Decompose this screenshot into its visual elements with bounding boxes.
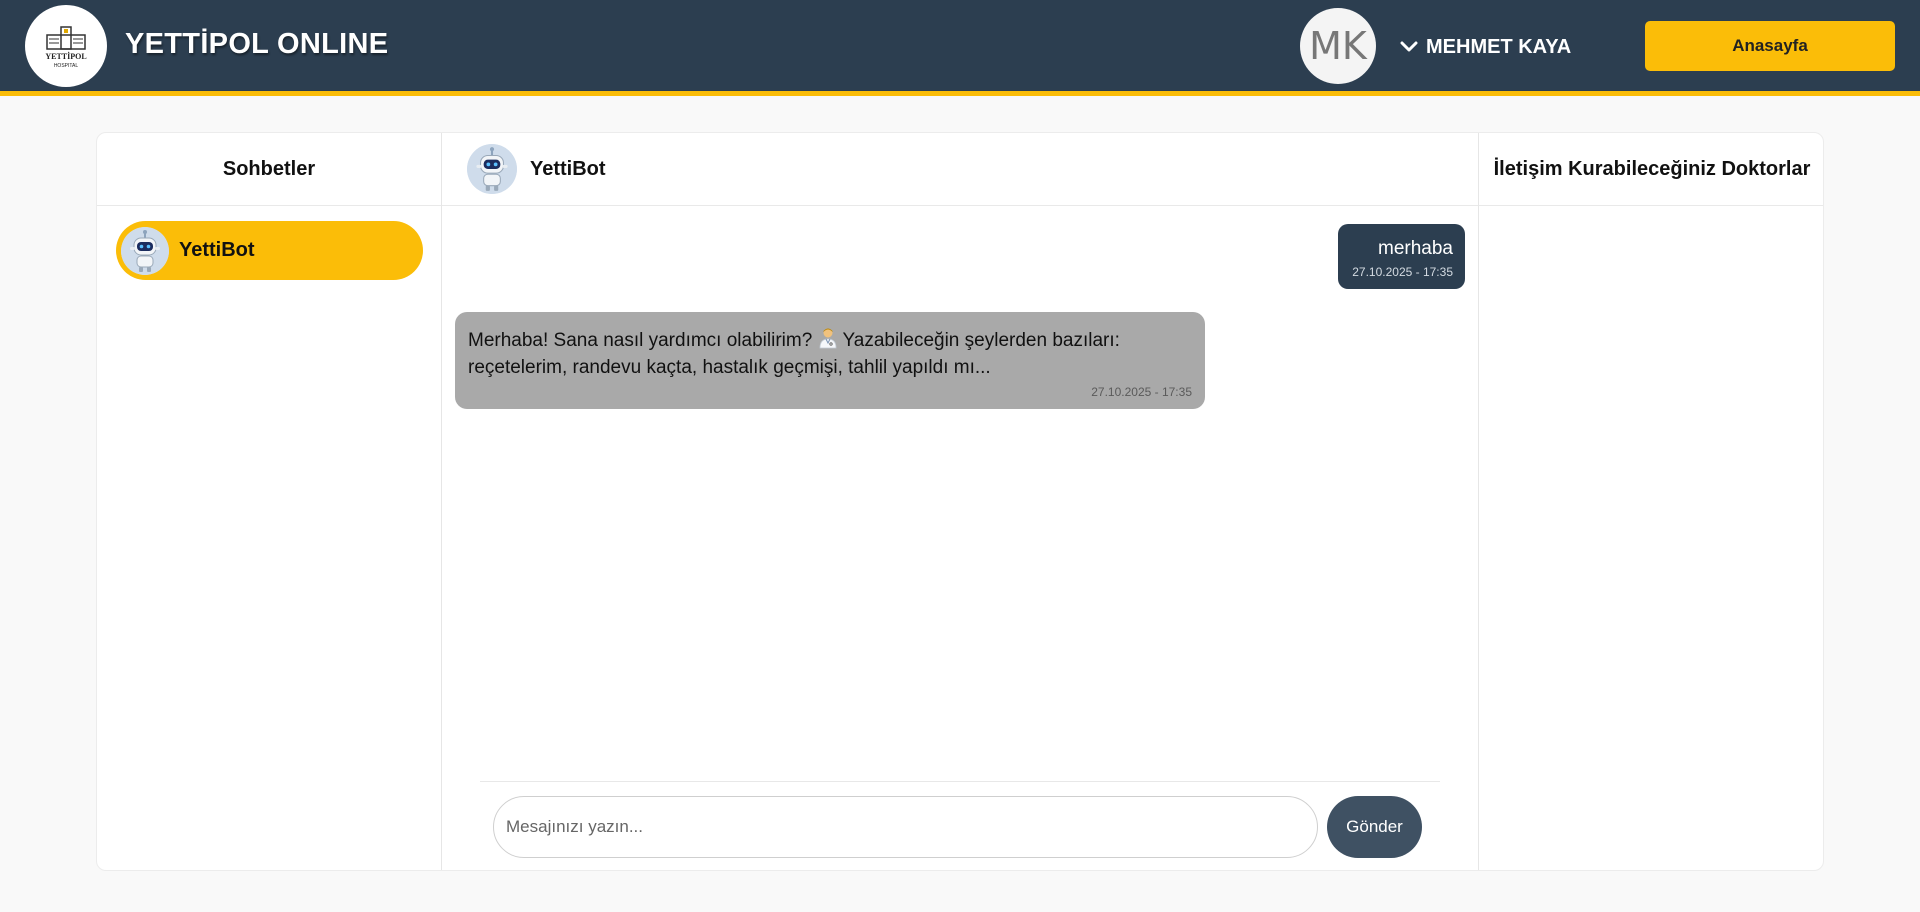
doctors-column: İletişim Kurabileceğiniz Doktorlar (1479, 133, 1823, 870)
message-text-part: Merhaba! Sana nasıl yardımcı olabilirim? (468, 330, 813, 351)
chat-column: YettiBot merhaba 27.10.2025 - 17:35 Merh… (442, 133, 1479, 870)
user-name: MEHMET KAYA (1426, 35, 1572, 58)
message-timestamp: 27.10.2025 - 17:35 (1091, 385, 1192, 399)
conversations-title: Sohbetler (97, 133, 441, 206)
chat-header: YettiBot (442, 133, 1478, 206)
message-text: merhaba (1378, 238, 1453, 259)
user-avatar[interactable]: MK (1300, 8, 1376, 84)
chat-title: YettiBot (530, 157, 606, 180)
conversations-column: Sohbetler YettiBot (97, 133, 442, 870)
outgoing-message: merhaba 27.10.2025 - 17:35 (1338, 224, 1465, 289)
message-timestamp: 27.10.2025 - 17:35 (1352, 265, 1453, 279)
chevron-down-icon (1400, 41, 1418, 52)
robot-icon (121, 226, 169, 275)
doctors-title: İletişim Kurabileceğiniz Doktorlar (1479, 133, 1823, 206)
bot-avatar (121, 226, 169, 275)
composer-divider (480, 781, 1440, 782)
logo-text: YETTİPOL (45, 51, 86, 61)
hospital-logo-icon: YETTİPOL HOSPITAL (45, 26, 87, 69)
message-text: Merhaba! Sana nasıl yardımcı olabilirim?… (468, 327, 1192, 381)
logo-subtext: HOSPITAL (54, 63, 79, 69)
incoming-message: Merhaba! Sana nasıl yardımcı olabilirim?… (455, 312, 1205, 409)
message-input[interactable] (493, 796, 1318, 858)
top-navbar: YETTİPOL HOSPITAL YETTİPOL ONLINE MK MEH… (0, 0, 1920, 96)
send-button[interactable]: Gönder (1327, 796, 1422, 858)
app-title: YETTİPOL ONLINE (125, 28, 389, 60)
doctor-emoji-icon (819, 328, 836, 349)
bot-avatar (467, 144, 517, 194)
robot-icon (467, 144, 517, 194)
hospital-logo[interactable]: YETTİPOL HOSPITAL (25, 5, 107, 87)
conversation-name: YettiBot (179, 239, 255, 261)
conversation-item-yettibot[interactable]: YettiBot (116, 221, 423, 280)
home-button[interactable]: Anasayfa (1645, 21, 1895, 71)
chat-panel: Sohbetler YettiBot YettiBot merhaba 27.1… (96, 132, 1824, 871)
user-menu-toggle[interactable]: MEHMET KAYA (1400, 34, 1571, 60)
